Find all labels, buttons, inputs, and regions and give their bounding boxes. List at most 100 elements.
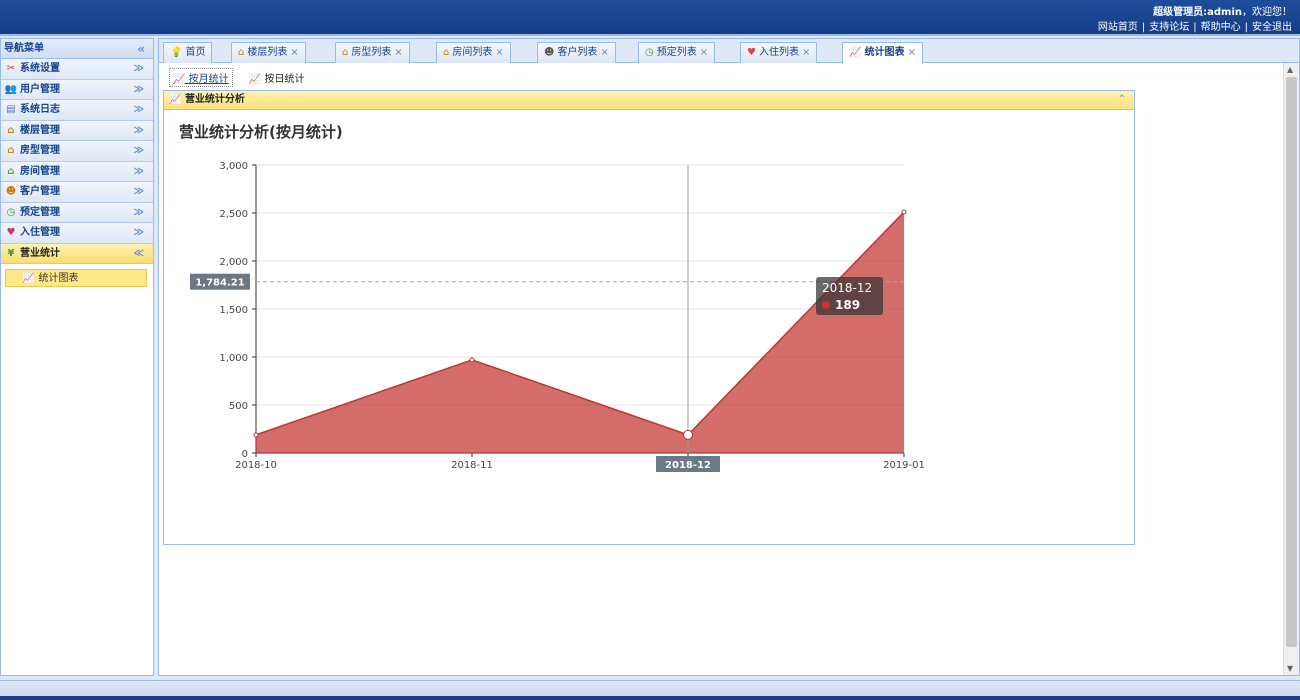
close-icon[interactable]: × [290,47,298,58]
customers-icon: ☻ [5,186,17,197]
crosshair-y-label: 1,784.21 [195,278,244,289]
chevron-down-icon: ≫ [133,186,144,197]
clock-icon: ◷ [645,47,654,58]
top-header: 超级管理员:admin，欢迎您！ 网站首页 | 支持论坛 | 帮助中心 | 安全退出 [0,0,1300,36]
header-links: 网站首页 | 支持论坛 | 帮助中心 | 安全退出 [1097,22,1292,33]
sidebar-subitem-statistics-chart[interactable]: 📈 统计图表 [5,269,147,287]
sidebar-item-system-log[interactable]: ▤ 系统日志 ≫ [1,100,153,121]
daily-stats-button[interactable]: 📈 按日统计 [246,69,308,86]
close-icon[interactable]: × [802,47,810,58]
chevron-up-icon: ≪ [133,247,144,259]
house-icon: ⌂ [342,47,349,58]
collapse-sidebar-icon[interactable]: « [137,39,145,59]
y-tick-label: 0 [242,449,248,460]
tab-room-type-list[interactable]: ⌂ 房型列表 × [335,42,410,63]
chevron-down-icon: ≫ [133,227,144,238]
close-icon[interactable]: × [495,47,503,58]
house-icon: ⌂ [7,145,15,156]
yen-icon: ¥ [7,247,15,259]
sidebar-item-floor-management[interactable]: ⌂ 楼层管理 ≫ [1,120,153,141]
tools-icon: ✂ [6,63,16,74]
statistics-panel: 📈 营业统计分析 ⌃ 营业统计分析(按月统计) 0 500 1,000 1,500 2,… [163,90,1135,545]
tooltip-value: 189 [835,298,860,312]
welcome-suffix: ，欢迎您！ [1242,7,1292,18]
room-icon: ⌂ [7,165,15,177]
chart-icon: 📈 [22,273,35,284]
chart-icon: 📈 [849,47,862,58]
close-icon[interactable]: × [907,47,915,58]
data-point [901,209,907,215]
vertical-scrollbar[interactable]: ▲ ▼ [1283,63,1299,675]
sidebar-item-customer-management[interactable]: ☻ 客户管理 ≫ [1,182,153,203]
chevron-down-icon: ≫ [133,63,144,74]
data-point [683,429,693,440]
scroll-down-icon[interactable]: ▼ [1287,664,1293,673]
log-icon: ▤ [6,104,16,115]
y-tick-label: 2,000 [219,257,248,268]
chevron-down-icon: ≫ [133,104,144,115]
series-area [256,212,904,453]
x-tick-label: 2019-01 [883,460,925,471]
chart-icon: 📈 [169,94,182,105]
link-help-center[interactable]: 帮助中心 [1201,22,1241,33]
link-logout[interactable]: 安全退出 [1252,22,1292,33]
scrollbar-thumb[interactable] [1286,77,1297,647]
scroll-up-icon[interactable]: ▲ [1287,65,1293,74]
welcome-text: 超级管理员:admin，欢迎您！ [1153,3,1292,18]
tab-statistics-chart[interactable]: 📈 统计图表 × [842,42,923,64]
sidebar-item-room-type-management[interactable]: ⌂ 房型管理 ≫ [1,141,153,162]
tab-reservation-list[interactable]: ◷ 预定列表 × [638,42,716,63]
close-icon[interactable]: × [394,47,402,58]
main-content: 💡 首页 ⌂ 楼层列表 × ⌂ 房型列表 × ⌂ 房间列表 × ☻ 客户列表 × ◷ 预定列表 × ♥… [158,38,1300,676]
sidebar-item-system-settings[interactable]: ✂ 系统设置 ≫ [1,59,153,80]
tooltip-series-marker [822,301,830,309]
chevron-down-icon: ≫ [133,165,144,177]
chart-toolbar: 📈 按月统计 📈 按日统计 [169,68,317,87]
close-icon[interactable]: × [600,47,608,58]
revenue-area-chart[interactable]: 0 500 1,000 1,500 2,000 2,500 3,000 2018-10 2018… [164,111,1134,541]
sidebar: 导航菜单 « ✂ 系统设置 ≫ 👥 用户管理 ≫ ▤ 系统日志 ≫ ⌂ 楼层管理 ≫ ⌂ 房型管理… [0,38,154,676]
y-tick-label: 1,000 [219,353,248,364]
lightbulb-icon: 💡 [170,47,183,58]
crosshair-x-label: 2018-12 [665,460,711,471]
monthly-stats-button[interactable]: 📈 按月统计 [169,68,233,87]
tab-customer-list[interactable]: ☻ 客户列表 × [537,42,616,63]
tab-home[interactable]: 💡 首页 [163,42,213,63]
sidebar-item-reservation-management[interactable]: ◷ 预定管理 ≫ [1,202,153,223]
tooltip-category: 2018-12 [822,281,872,295]
tab-checkin-list[interactable]: ♥ 入住列表 × [740,42,818,63]
chart-icon: 📈 [173,74,186,85]
close-icon[interactable]: × [700,47,708,58]
clock-icon: ◷ [6,206,16,218]
collapse-panel-icon[interactable]: ⌃ [1118,91,1126,109]
x-tick-label: 2018-11 [451,460,493,471]
chevron-down-icon: ≫ [133,145,144,156]
chevron-down-icon: ≫ [133,83,144,95]
tab-room-list[interactable]: ⌂ 房间列表 × [436,42,511,63]
data-point [253,432,259,438]
building-icon: ⌂ [238,47,245,58]
heart-icon: ♥ [747,47,756,58]
sidebar-item-business-statistics[interactable]: ¥ 营业统计 ≪ [1,243,153,264]
footer-bar [0,680,1300,700]
chevron-down-icon: ≫ [133,124,144,136]
users-icon: 👥 [4,83,18,95]
link-support-forum[interactable]: 支持论坛 [1149,22,1189,33]
link-site-home[interactable]: 网站首页 [1098,22,1138,33]
data-point [469,357,475,363]
sidebar-item-room-management[interactable]: ⌂ 房间管理 ≫ [1,161,153,182]
sidebar-item-user-management[interactable]: 👥 用户管理 ≫ [1,79,153,100]
sidebar-title: 导航菜单 « [1,39,153,59]
chart-icon: 📈 [248,74,262,85]
panel-header: 📈 营业统计分析 ⌃ [164,91,1134,110]
tab-floor-list[interactable]: ⌂ 楼层列表 × [231,42,306,63]
room-icon: ⌂ [443,47,450,58]
sidebar-item-checkin-management[interactable]: ♥ 入住管理 ≫ [1,223,153,244]
tab-bar: 💡 首页 ⌂ 楼层列表 × ⌂ 房型列表 × ⌂ 房间列表 × ☻ 客户列表 × ◷ 预定列表 × ♥… [159,39,1299,64]
building-icon: ⌂ [7,124,15,136]
x-tick-label: 2018-10 [235,460,277,471]
y-tick-label: 500 [229,401,248,412]
checkin-icon: ♥ [6,227,16,238]
y-tick-label: 2,500 [219,209,248,220]
person-icon: ☻ [544,47,555,58]
